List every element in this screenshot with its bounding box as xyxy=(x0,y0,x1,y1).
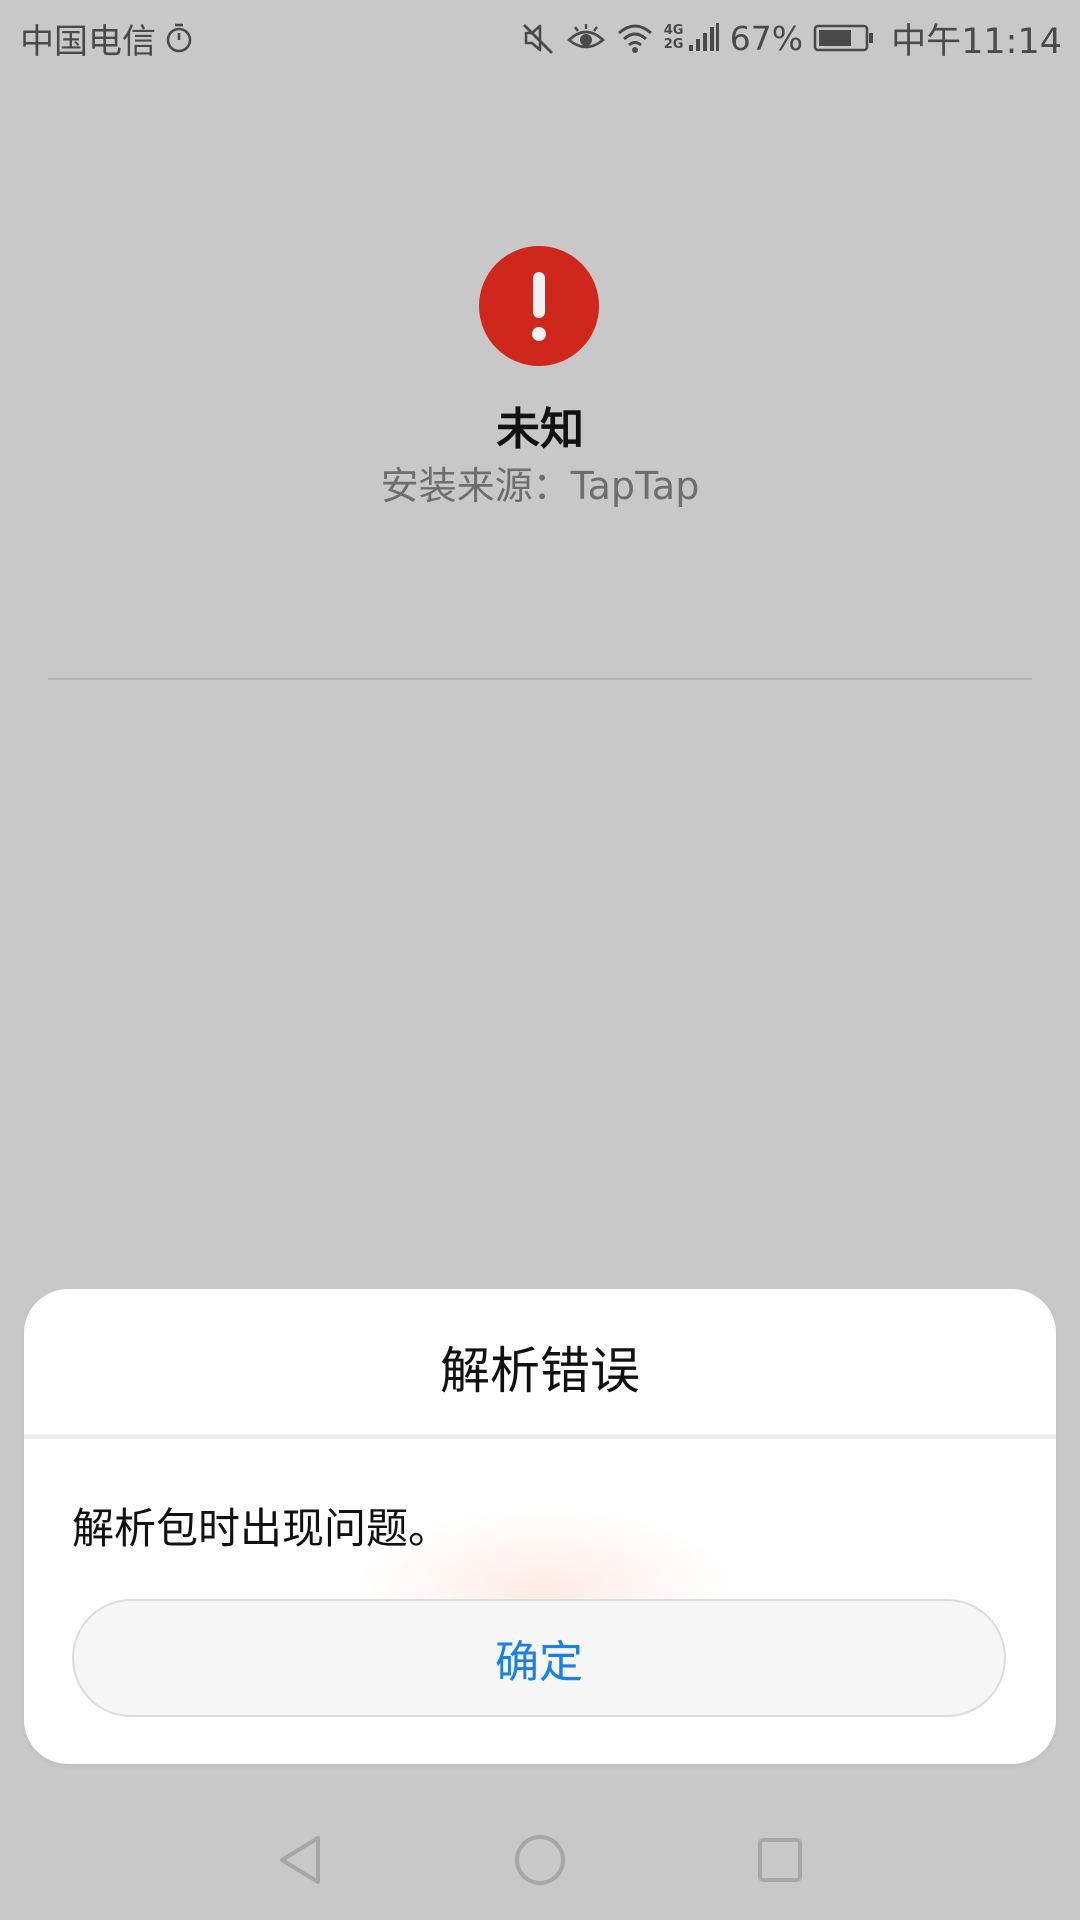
parse-error-dialog: 解析错误 解析包时出现问题。 确定 xyxy=(24,1289,1056,1764)
network-type-label: 4G 2G xyxy=(663,23,684,52)
dialog-title: 解析错误 xyxy=(440,1342,640,1400)
carrier-label: 中国电信 xyxy=(20,21,156,62)
stopwatch-icon xyxy=(164,22,194,54)
back-icon[interactable] xyxy=(270,1830,330,1890)
status-right: 4G 2G 67% 中午11:14 xyxy=(520,16,1062,62)
navigation-bar xyxy=(0,1800,1080,1920)
install-source: 安装来源：TapTap xyxy=(380,464,700,508)
alert-icon-dot xyxy=(532,327,546,341)
signal-icon: 4G 2G xyxy=(664,23,720,53)
status-bar: 中国电信 4G 2G 67% 中午11:14 xyxy=(0,0,1080,72)
divider xyxy=(48,678,1032,680)
ok-button[interactable]: 确定 xyxy=(72,1599,1006,1717)
eye-comfort-icon xyxy=(566,22,606,54)
alert-icon-bar xyxy=(533,272,545,318)
status-left: 中国电信 xyxy=(20,16,194,62)
dialog-message: 解析包时出现问题。 xyxy=(72,1504,451,1553)
alert-icon xyxy=(479,246,599,366)
battery-icon xyxy=(813,23,875,53)
wifi-icon xyxy=(616,22,654,54)
recents-icon[interactable] xyxy=(750,1830,810,1890)
home-icon[interactable] xyxy=(510,1830,570,1890)
clock: 中午11:14 xyxy=(891,21,1062,62)
app-name: 未知 xyxy=(496,404,584,455)
dialog-divider xyxy=(24,1434,1056,1439)
mute-icon xyxy=(520,20,556,56)
battery-percent: 67% xyxy=(729,18,804,58)
